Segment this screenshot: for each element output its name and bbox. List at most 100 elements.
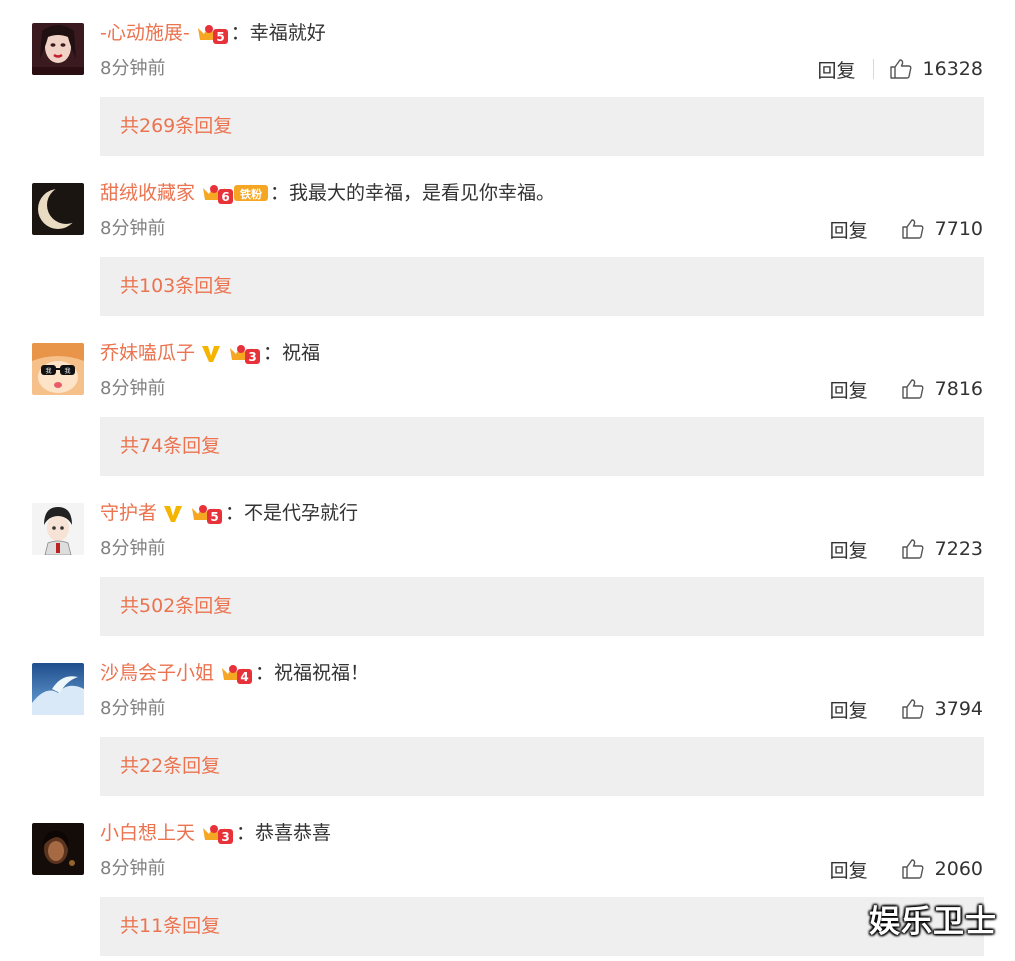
comment-item: 小白想上天 3 ： 恭喜恭喜 8分钟前 回复 2060 共11条回复 (0, 800, 1015, 960)
avatar[interactable] (32, 183, 84, 235)
like-count: 7710 (934, 218, 983, 240)
comment-header: 甜绒收藏家 6 铁粉 ： 我最大的幸福，是看见你幸福。 (100, 179, 555, 207)
colon-separator: ： (225, 502, 245, 524)
watermark: 娱乐卫士 (869, 904, 997, 940)
crown-level-icon[interactable]: 4 (219, 660, 253, 686)
divider (885, 859, 886, 879)
svg-text:4: 4 (240, 670, 248, 684)
like-button[interactable]: 7816 (901, 377, 983, 401)
comment-header: -心动施展- 5 ： 幸福就好 (100, 19, 326, 47)
username-link[interactable]: -心动施展- (100, 19, 190, 47)
comment-actions: 回复 7223 (830, 535, 983, 563)
comment-text: 我最大的幸福，是看见你幸福。 (289, 182, 556, 204)
comment-actions: 回复 7816 (830, 375, 983, 403)
comment-actions: 回复 2060 (830, 855, 983, 883)
divider (872, 59, 874, 79)
svg-text:3: 3 (221, 830, 229, 844)
comment-item: 甜绒收藏家 6 铁粉 ： 我最大的幸福，是看见你幸福。 8分钟前 回复 7710… (0, 160, 1015, 320)
comment-time: 8分钟前 (100, 858, 166, 879)
view-replies-button[interactable]: 共103条回复 (100, 257, 984, 316)
avatar[interactable]: 我 我 (32, 343, 84, 395)
view-replies-button[interactable]: 共11条回复 (100, 897, 984, 956)
view-replies-button[interactable]: 共269条回复 (100, 97, 984, 156)
comment-item: 守护者 5 ： 不是代孕就行 8分钟前 回复 7223 共502条回复 (0, 480, 1015, 640)
comment-time: 8分钟前 (100, 378, 166, 399)
comment-item: -心动施展- 5 ： 幸福就好 8分钟前 回复 16328 共269条回复 (0, 0, 1015, 160)
reply-button[interactable]: 回复 (830, 696, 868, 723)
colon-separator: ： (255, 662, 275, 684)
svg-text:我: 我 (64, 367, 70, 375)
thumbs-up-icon (901, 859, 924, 879)
view-replies-button[interactable]: 共74条回复 (100, 417, 984, 476)
colon-separator: ： (270, 182, 290, 204)
comment-header: 乔妹嗑瓜子 3 ： 祝福 (100, 339, 320, 367)
crown-level-icon[interactable]: 3 (227, 340, 261, 366)
like-count: 2060 (934, 858, 983, 880)
comment-actions: 回复 7710 (830, 215, 983, 243)
svg-text:5: 5 (216, 30, 224, 44)
comment-text: 幸福就好 (249, 22, 326, 44)
thumbs-up-icon (901, 699, 924, 719)
reply-button[interactable]: 回复 (830, 856, 868, 883)
like-button[interactable]: 2060 (901, 857, 983, 881)
reply-button[interactable]: 回复 (830, 216, 868, 243)
view-replies-button[interactable]: 共502条回复 (100, 577, 984, 636)
comment-item: 沙鳥会子小姐 4 ： 祝福祝福！ 8分钟前 回复 3794 共22条回复 (0, 640, 1015, 800)
avatar[interactable] (32, 823, 84, 875)
thumbs-up-icon (901, 379, 924, 399)
verified-v-icon[interactable] (162, 500, 184, 526)
colon-separator: ： (263, 342, 283, 364)
comment-text: 祝福祝福！ (274, 662, 370, 684)
comment-header: 沙鳥会子小姐 4 ： 祝福祝福！ (100, 659, 369, 687)
like-button[interactable]: 7223 (901, 537, 983, 561)
comment-actions: 回复 16328 (818, 55, 983, 83)
comment-text: 不是代孕就行 (244, 502, 359, 524)
crown-level-icon[interactable]: 5 (189, 500, 223, 526)
username-link[interactable]: 甜绒收藏家 (100, 179, 195, 207)
username-link[interactable]: 守护者 (100, 499, 157, 527)
crown-level-icon[interactable]: 6 (200, 180, 234, 206)
like-button[interactable]: 3794 (901, 697, 983, 721)
like-count: 7816 (934, 378, 983, 400)
like-button[interactable]: 16328 (889, 57, 983, 81)
svg-text:5: 5 (210, 510, 218, 524)
svg-text:我: 我 (45, 367, 51, 375)
reply-button[interactable]: 回复 (818, 56, 856, 83)
divider (885, 219, 886, 239)
divider (885, 699, 886, 719)
avatar[interactable] (32, 503, 84, 555)
svg-text:铁粉: 铁粉 (240, 187, 262, 201)
comment-time: 8分钟前 (100, 698, 166, 719)
divider (885, 539, 886, 559)
comment-header: 守护者 5 ： 不是代孕就行 (100, 499, 358, 527)
thumbs-up-icon (889, 59, 911, 79)
username-link[interactable]: 乔妹嗑瓜子 (100, 339, 195, 367)
comment-text: 恭喜恭喜 (255, 822, 332, 844)
username-link[interactable]: 沙鳥会子小姐 (100, 659, 214, 687)
username-link[interactable]: 小白想上天 (100, 819, 195, 847)
reply-button[interactable]: 回复 (830, 536, 868, 563)
like-count: 3794 (934, 698, 983, 720)
crown-level-icon[interactable]: 5 (195, 20, 229, 46)
divider (885, 379, 886, 399)
comment-text: 祝福 (282, 342, 321, 364)
reply-button[interactable]: 回复 (830, 376, 868, 403)
thumbs-up-icon (901, 219, 924, 239)
svg-text:3: 3 (248, 350, 256, 364)
comment-time: 8分钟前 (100, 538, 166, 559)
like-button[interactable]: 7710 (901, 217, 983, 241)
thumbs-up-icon (901, 539, 924, 559)
comment-time: 8分钟前 (100, 58, 166, 79)
colon-separator: ： (230, 22, 250, 44)
like-count: 16328 (922, 58, 983, 80)
svg-text:6: 6 (221, 190, 229, 204)
iron-fan-icon[interactable]: 铁粉 (234, 180, 269, 206)
view-replies-button[interactable]: 共22条回复 (100, 737, 984, 796)
avatar[interactable] (32, 663, 84, 715)
crown-level-icon[interactable]: 3 (200, 820, 234, 846)
comment-actions: 回复 3794 (830, 695, 983, 723)
colon-separator: ： (236, 822, 256, 844)
verified-v-icon[interactable] (200, 340, 222, 366)
comment-header: 小白想上天 3 ： 恭喜恭喜 (100, 819, 331, 847)
avatar[interactable] (32, 23, 84, 75)
